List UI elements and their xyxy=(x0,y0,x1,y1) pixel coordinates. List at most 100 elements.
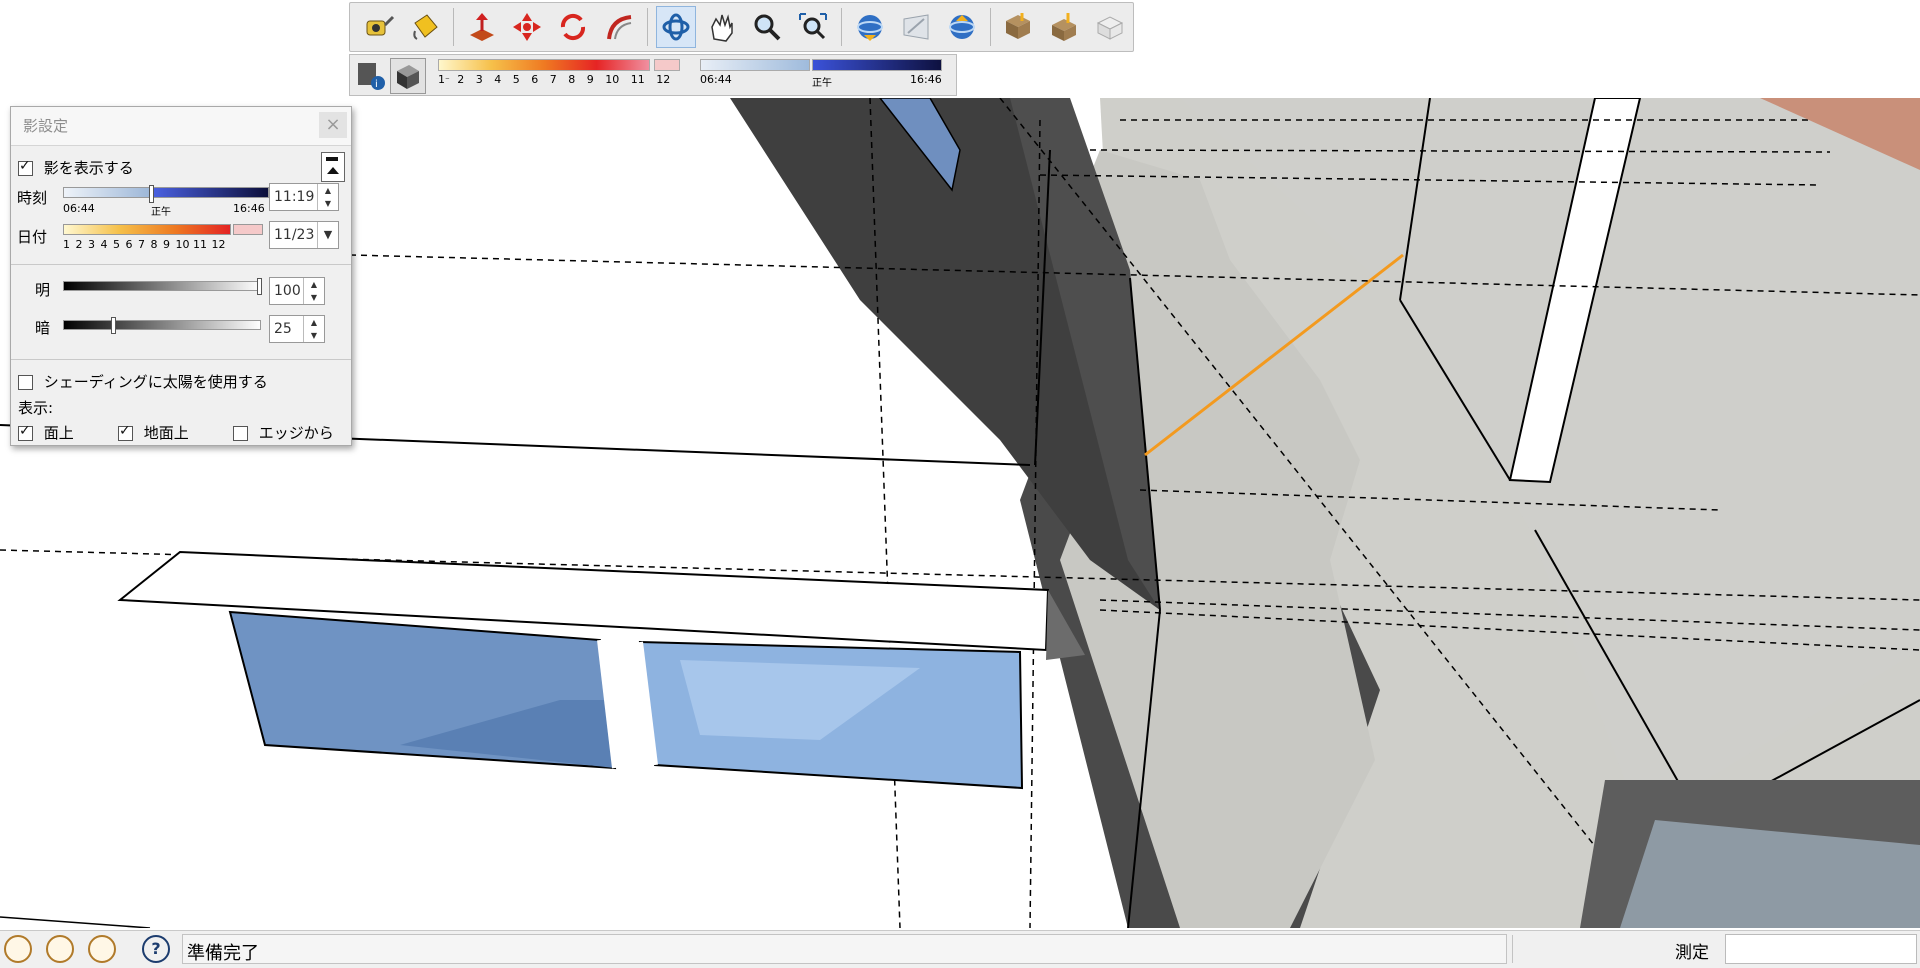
dark-spinner-arrows[interactable]: ▲ ▼ xyxy=(303,316,324,342)
time-scale-mid: 正午 xyxy=(151,207,171,218)
time-slider[interactable]: 06:44 正午 16:46 xyxy=(63,185,269,221)
extension-icon[interactable] xyxy=(1090,6,1130,48)
from-edges-label: エッジから xyxy=(258,424,334,442)
toolbar-month-label: 2 xyxy=(457,73,465,86)
show-shadows-checkbox[interactable] xyxy=(18,158,33,176)
light-label: 明 xyxy=(35,281,51,299)
toolbar-month-label: 9 xyxy=(586,73,594,86)
dialog-title: 影設定 xyxy=(23,117,69,135)
use-sun-label: シェーディングに太陽を使用する xyxy=(43,373,268,391)
dialog-titlebar[interactable]: 影設定 × xyxy=(11,107,351,146)
measurements-input[interactable] xyxy=(1725,934,1917,964)
date-month-label: 8 xyxy=(150,238,158,251)
push-pull-icon[interactable] xyxy=(462,6,502,48)
credits-icon[interactable] xyxy=(46,935,74,963)
pan-icon[interactable] xyxy=(702,6,742,48)
dark-input[interactable]: 25 ▲ ▼ xyxy=(269,315,325,343)
date-month-label: 12 xyxy=(211,238,226,251)
toolbar-month-label: 10 xyxy=(605,73,620,86)
shadow-toggle-icon[interactable] xyxy=(390,58,426,94)
use-sun-checkbox[interactable] xyxy=(18,375,33,390)
close-button[interactable]: × xyxy=(319,112,347,138)
date-month-label: 2 xyxy=(75,238,83,251)
toolbar-month-label: 8 xyxy=(568,73,576,86)
time-input[interactable]: 11:19 ▲ ▼ xyxy=(269,183,339,211)
date-month-label: 1 xyxy=(63,238,70,251)
zoom-extents-icon[interactable] xyxy=(793,6,833,48)
get-models-icon[interactable] xyxy=(850,6,890,48)
date-month-label: 6 xyxy=(125,238,133,251)
main-toolbar xyxy=(349,2,1134,52)
date-label: 日付 xyxy=(17,228,48,246)
toolbar-month-label: 4 xyxy=(494,73,502,86)
date-month-label: 4 xyxy=(100,238,108,251)
share-model-icon[interactable] xyxy=(896,6,936,48)
light-spinner-arrows[interactable]: ▲ ▼ xyxy=(303,278,324,304)
shadow-toolbar: i 1⁻ 2 3 4 5 6 7 8 9 10 11 12 06:44 正午 1… xyxy=(349,54,957,96)
time-scale-start: 06:44 xyxy=(63,202,95,215)
date-month-label: 5 xyxy=(113,238,120,251)
from-edges-checkbox[interactable] xyxy=(233,426,248,441)
get-component-icon[interactable] xyxy=(999,6,1039,48)
toolbar-time-start: 06:44 xyxy=(700,73,732,86)
help-icon[interactable]: ? xyxy=(142,935,170,963)
collapse-button[interactable] xyxy=(321,152,345,182)
shadow-settings-dialog: 影設定 × 影を表示する 時刻 06:44 正午 16:46 11:19 ▲▼ … xyxy=(10,106,352,446)
date-value: 11/23 xyxy=(274,227,315,243)
toolbar-time-end: 16:46 xyxy=(910,73,942,86)
date-slider[interactable]: 1 2 3 4 5 6 7 8 9 10 11 12 xyxy=(63,224,268,258)
toolbar-time-slider[interactable]: 06:44 正午 16:46 xyxy=(700,59,950,93)
time-spinner-arrows[interactable]: ▲ ▼ xyxy=(317,184,338,210)
follow-me-icon[interactable] xyxy=(599,6,639,48)
light-value: 100 xyxy=(274,283,301,299)
shadow-settings-icon[interactable]: i xyxy=(356,59,386,91)
on-ground-checkbox[interactable] xyxy=(118,423,133,441)
tape-measure-icon[interactable] xyxy=(359,6,399,48)
time-slider-thumb[interactable] xyxy=(149,185,154,203)
on-faces-checkbox[interactable] xyxy=(18,423,33,441)
rotate-icon[interactable] xyxy=(553,6,593,48)
toolbar-date-slider[interactable]: 1⁻ 2 3 4 5 6 7 8 9 10 11 12 xyxy=(438,59,688,93)
3d-warehouse-icon[interactable] xyxy=(942,6,982,48)
date-dropdown-arrow[interactable]: ▼ xyxy=(317,222,338,248)
time-label: 時刻 xyxy=(17,189,48,207)
dark-value: 25 xyxy=(274,321,292,337)
toolbar-time-mid: 正午 xyxy=(812,78,832,89)
dark-slider-thumb[interactable] xyxy=(111,317,116,334)
svg-text:i: i xyxy=(375,79,378,90)
orbit-icon[interactable] xyxy=(655,6,696,48)
viewport-3d[interactable]: 影設定 × 影を表示する 時刻 06:44 正午 16:46 11:19 ▲▼ … xyxy=(0,98,1920,928)
on-faces-label: 面上 xyxy=(43,424,74,442)
light-slider-thumb[interactable] xyxy=(257,278,262,295)
measurements-label: 測定 xyxy=(1675,943,1709,963)
status-message: 準備完了 xyxy=(182,934,1507,964)
date-month-label: 7 xyxy=(138,238,145,251)
paint-bucket-icon[interactable] xyxy=(405,6,445,48)
date-month-label: 9 xyxy=(163,238,170,251)
toolbar-month-first: 1 xyxy=(438,73,445,86)
status-bar: ? 準備完了 測定 xyxy=(0,930,1920,968)
geo-location-icon[interactable] xyxy=(4,935,32,963)
dark-slider[interactable] xyxy=(63,317,269,334)
light-slider[interactable] xyxy=(63,278,269,295)
toolbar-month-label: 5 xyxy=(512,73,520,86)
sign-in-icon[interactable] xyxy=(88,935,116,963)
zoom-icon[interactable] xyxy=(748,6,788,48)
toolbar-month-label: 7 xyxy=(549,73,557,86)
date-month-label: 3 xyxy=(88,238,95,251)
move-icon[interactable] xyxy=(507,6,547,48)
show-shadows-label: 影を表示する xyxy=(43,159,134,177)
date-input[interactable]: 11/23 ▼ xyxy=(269,221,339,249)
toolbar-month-label: 11 xyxy=(630,73,645,86)
time-value: 11:19 xyxy=(274,189,315,205)
toolbar-month-label: 12 xyxy=(656,73,671,86)
light-input[interactable]: 100 ▲ ▼ xyxy=(269,277,325,305)
share-component-icon[interactable] xyxy=(1044,6,1084,48)
toolbar-month-label: 3 xyxy=(475,73,483,86)
date-month-label: 11 xyxy=(193,238,207,251)
display-label: 表示: xyxy=(18,399,54,417)
toolbar-month-label: 6 xyxy=(531,73,539,86)
time-scale-end: 16:46 xyxy=(233,202,265,215)
dark-label: 暗 xyxy=(35,319,51,337)
on-ground-label: 地面上 xyxy=(143,424,189,442)
